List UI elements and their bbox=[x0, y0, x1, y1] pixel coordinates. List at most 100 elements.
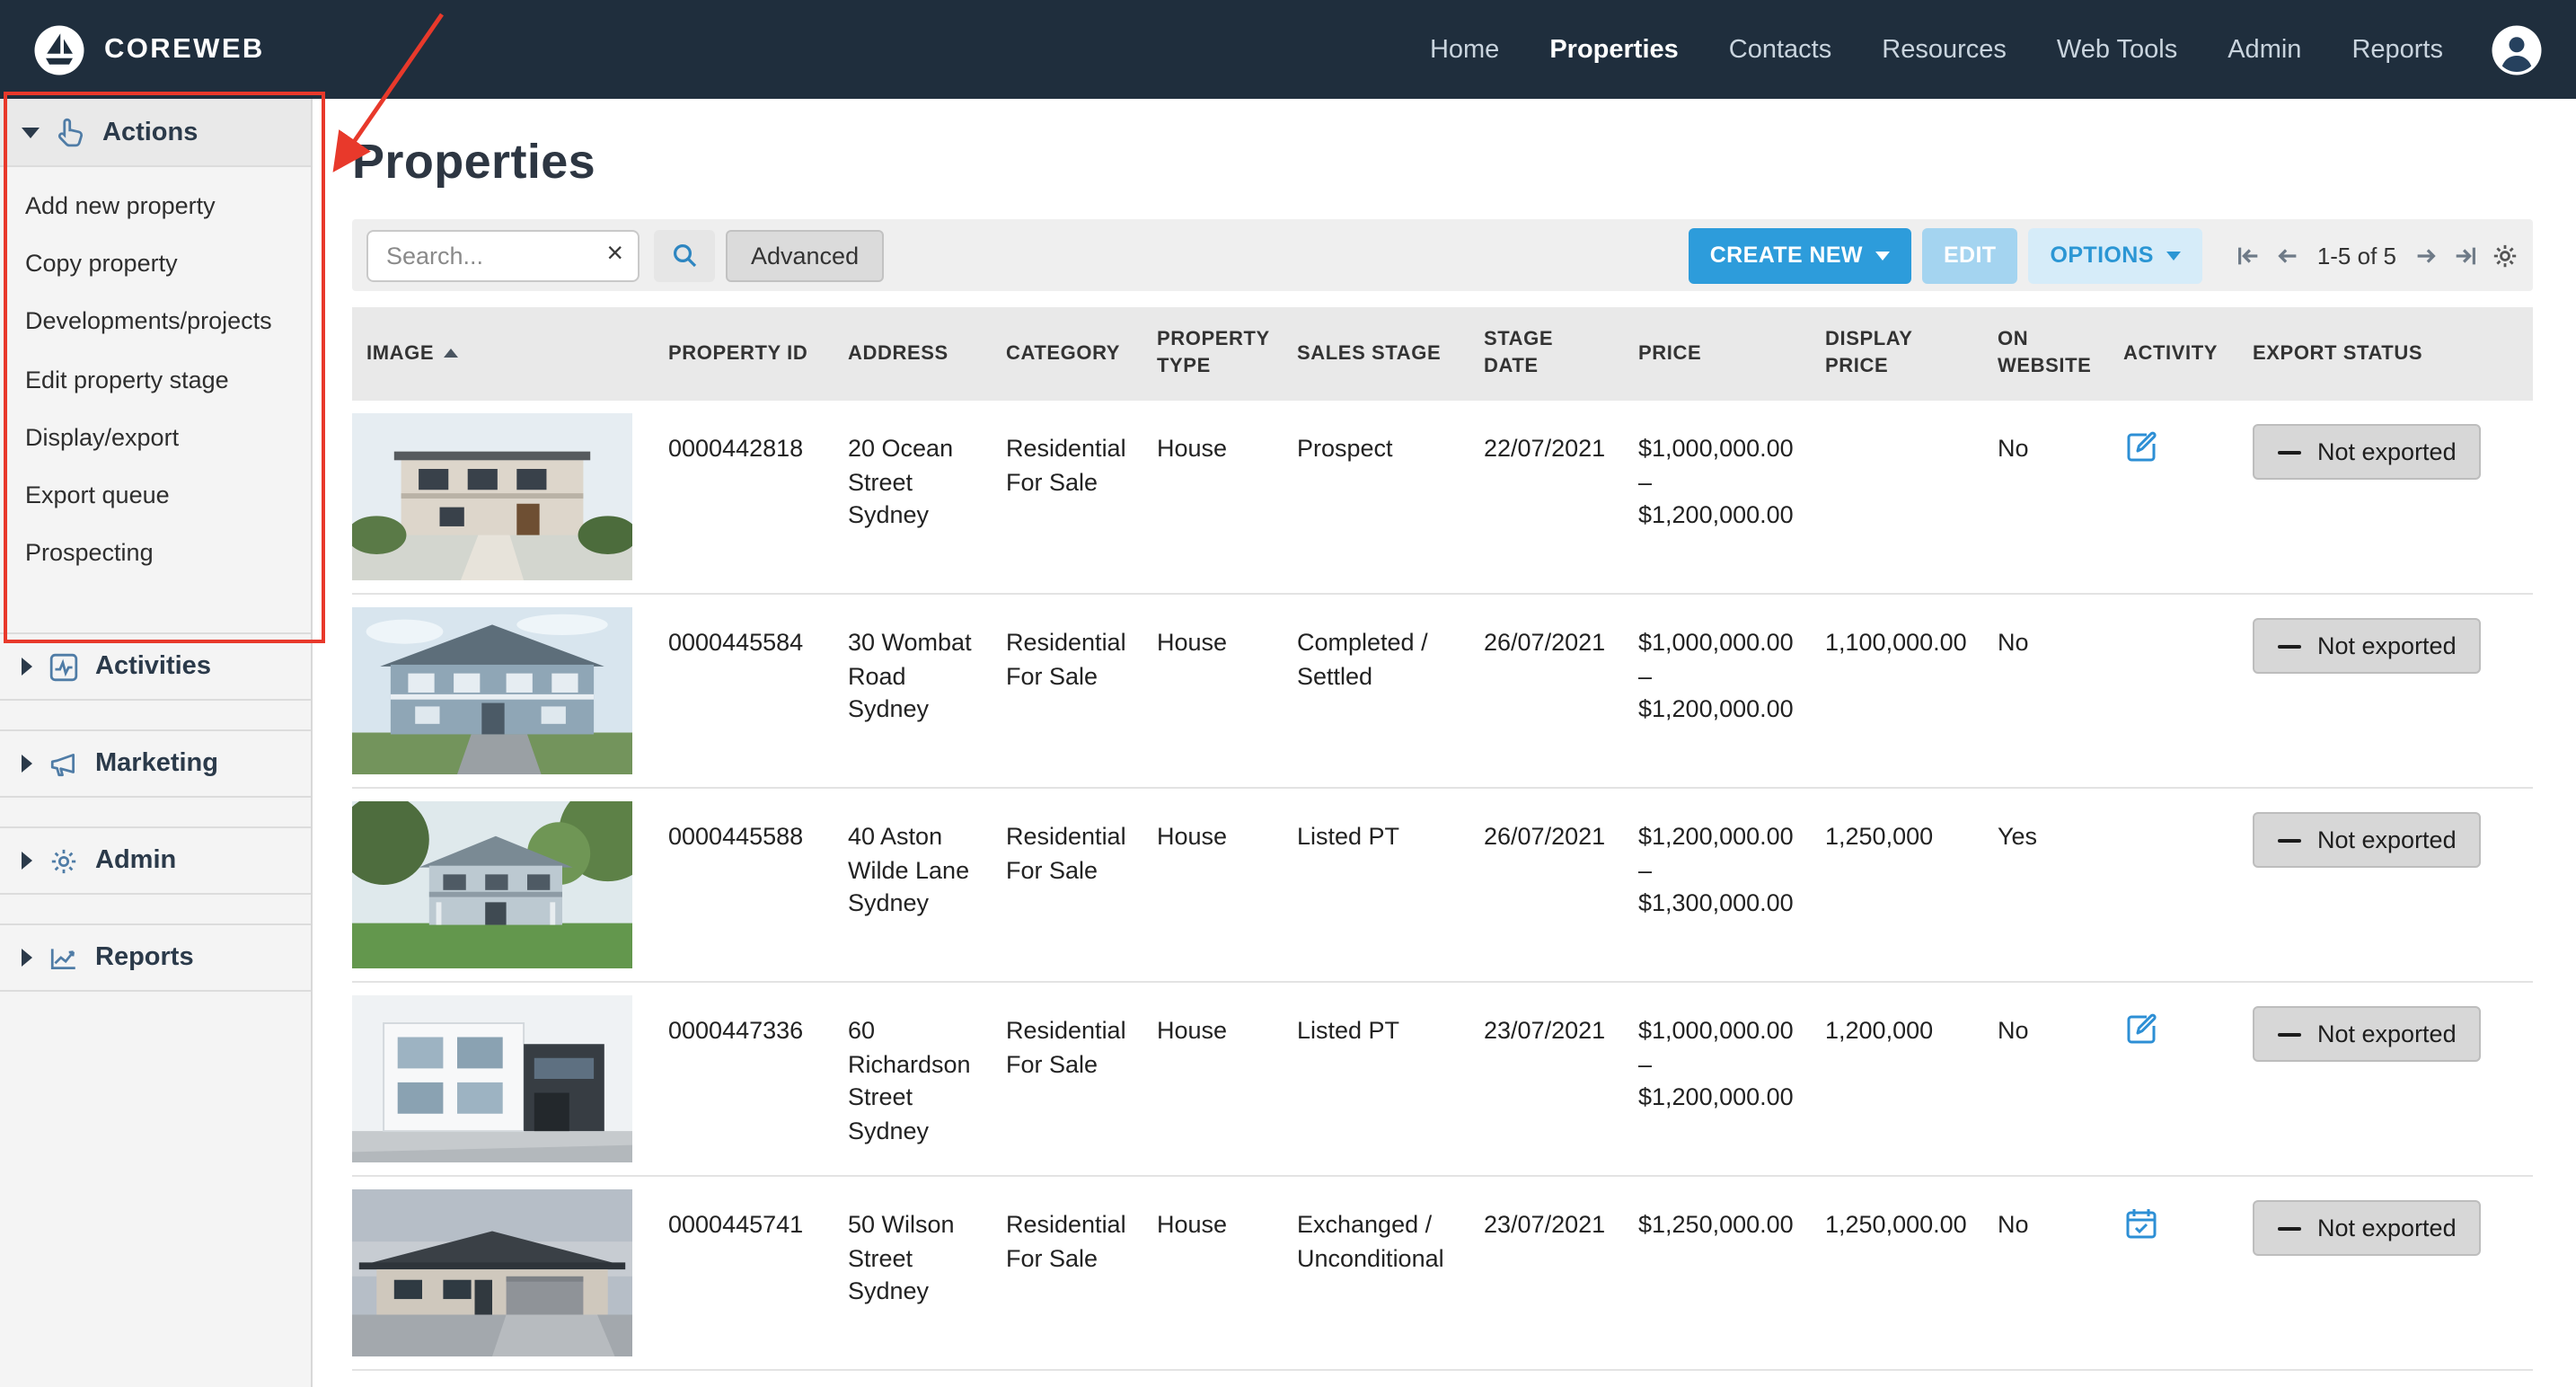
address: 20 Ocean Street Sydney bbox=[834, 401, 992, 595]
minus-icon bbox=[2278, 644, 2301, 648]
stage-date: 22/07/2021 bbox=[1469, 401, 1624, 595]
next-page-button[interactable] bbox=[2413, 242, 2439, 269]
chevron-down-icon bbox=[22, 127, 40, 137]
sidebar-header-activities[interactable]: Activities bbox=[0, 632, 311, 702]
sidebar-header-reports[interactable]: Reports bbox=[0, 923, 311, 993]
table-row[interactable]: 0000445588 40 Aston Wilde Lane Sydney Re… bbox=[352, 788, 2533, 983]
table-row[interactable]: 0000447336 60 Richardson Street Sydney R… bbox=[352, 982, 2533, 1177]
export-status-cell: Not exported bbox=[2238, 982, 2533, 1177]
edit-activity-icon[interactable] bbox=[2123, 429, 2159, 465]
brand-name: COREWEB bbox=[104, 33, 265, 64]
sidebar-header-admin[interactable]: Admin bbox=[0, 826, 311, 896]
export-status-label: Not exported bbox=[2317, 1020, 2457, 1047]
sidebar-item-copy-property[interactable]: Copy property bbox=[0, 235, 311, 293]
table-row[interactable]: 0000442818 20 Ocean Street Sydney Reside… bbox=[352, 401, 2533, 595]
property-photo[interactable] bbox=[352, 801, 632, 968]
edit-activity-icon[interactable] bbox=[2123, 1012, 2159, 1047]
chevron-right-icon bbox=[22, 755, 32, 773]
page-title: Properties bbox=[352, 135, 596, 189]
property-photo[interactable] bbox=[352, 413, 632, 580]
export-status-cell: Not exported bbox=[2238, 594, 2533, 789]
column-header-stage-date[interactable]: STAGE DATE bbox=[1469, 307, 1624, 401]
property-photo[interactable] bbox=[352, 607, 632, 774]
column-header-on-website[interactable]: ON WEBSITE bbox=[1983, 307, 2109, 401]
property-id: 0000442818 bbox=[654, 401, 834, 595]
nav-resources[interactable]: Resources bbox=[1882, 35, 2007, 64]
column-header-address[interactable]: ADDRESS bbox=[834, 307, 992, 401]
export-status-button[interactable]: Not exported bbox=[2253, 618, 2482, 674]
table-header-row: IMAGE PROPERTY ID ADDRESS CATEGORY PROPE… bbox=[352, 307, 2533, 401]
top-nav: COREWEB Home Properties Contacts Resourc… bbox=[0, 0, 2576, 99]
sidebar: Actions Add new property Copy property D… bbox=[0, 99, 313, 1387]
main-nav: Home Properties Contacts Resources Web T… bbox=[1380, 35, 2443, 64]
coreweb-logo[interactable]: COREWEB bbox=[32, 22, 265, 76]
export-status-label: Not exported bbox=[2317, 632, 2457, 659]
activity-cell bbox=[2109, 401, 2238, 595]
display-price bbox=[1811, 401, 1983, 595]
last-page-button[interactable] bbox=[2452, 242, 2479, 269]
minus-icon bbox=[2278, 1226, 2301, 1230]
export-status-cell: Not exported bbox=[2238, 788, 2533, 983]
sidebar-header-actions[interactable]: Actions bbox=[0, 99, 311, 167]
table-row[interactable]: 0000445584 30 Wombat Road Sydney Residen… bbox=[352, 594, 2533, 789]
nav-web-tools[interactable]: Web Tools bbox=[2057, 35, 2177, 64]
column-header-property-type[interactable]: PROPERTY TYPE bbox=[1142, 307, 1283, 401]
edit-button[interactable]: EDIT bbox=[1921, 227, 2018, 283]
column-header-export-status[interactable]: EXPORT STATUS bbox=[2238, 307, 2533, 401]
on-website: No bbox=[1983, 594, 2109, 789]
table-row[interactable]: 0000445741 50 Wilson Street Sydney Resid… bbox=[352, 1176, 2533, 1371]
property-photo[interactable] bbox=[352, 1189, 632, 1356]
user-avatar[interactable] bbox=[2490, 22, 2544, 76]
sidebar-item-add-new-property[interactable]: Add new property bbox=[0, 178, 311, 235]
table-settings-button[interactable] bbox=[2492, 242, 2519, 269]
category: Residential For Sale bbox=[992, 788, 1142, 983]
search-button[interactable] bbox=[654, 229, 715, 281]
sidebar-section-admin: Admin bbox=[0, 826, 311, 896]
column-header-activity[interactable]: ACTIVITY bbox=[2109, 307, 2238, 401]
display-price: 1,250,000 bbox=[1811, 788, 1983, 983]
chart-icon bbox=[49, 943, 79, 974]
export-status-cell: Not exported bbox=[2238, 401, 2533, 595]
sidebar-header-marketing[interactable]: Marketing bbox=[0, 729, 311, 799]
calendar-check-icon[interactable] bbox=[2123, 1206, 2159, 1241]
sidebar-section-label: Actions bbox=[102, 118, 198, 146]
sidebar-item-export-queue[interactable]: Export queue bbox=[0, 467, 311, 525]
toolbar-actions: CREATE NEW EDIT OPTIONS 1-5 of 5 bbox=[1688, 227, 2519, 283]
column-header-property-id[interactable]: PROPERTY ID bbox=[654, 307, 834, 401]
column-header-image[interactable]: IMAGE bbox=[352, 307, 654, 401]
search-input[interactable] bbox=[383, 240, 600, 270]
search-box: × bbox=[366, 229, 640, 281]
sidebar-item-prospecting[interactable]: Prospecting bbox=[0, 525, 311, 582]
column-header-display-price[interactable]: DISPLAY PRICE bbox=[1811, 307, 1983, 401]
clear-search-button[interactable]: × bbox=[599, 240, 623, 269]
display-price: 1,100,000.00 bbox=[1811, 594, 1983, 789]
column-header-category[interactable]: CATEGORY bbox=[992, 307, 1142, 401]
export-status-button[interactable]: Not exported bbox=[2253, 812, 2482, 868]
nav-admin[interactable]: Admin bbox=[2228, 35, 2301, 64]
export-status-button[interactable]: Not exported bbox=[2253, 1006, 2482, 1062]
prev-page-button[interactable] bbox=[2274, 242, 2301, 269]
next-page-icon bbox=[2417, 248, 2436, 262]
last-page-icon bbox=[2456, 246, 2475, 264]
sales-stage: Completed / Settled bbox=[1283, 594, 1469, 789]
property-image-cell bbox=[352, 1176, 654, 1371]
sidebar-item-edit-property-stage[interactable]: Edit property stage bbox=[0, 351, 311, 409]
nav-properties[interactable]: Properties bbox=[1549, 35, 1678, 64]
first-page-button[interactable] bbox=[2235, 242, 2262, 269]
nav-reports[interactable]: Reports bbox=[2351, 35, 2443, 64]
export-status-button[interactable]: Not exported bbox=[2253, 1200, 2482, 1256]
options-button[interactable]: OPTIONS bbox=[2028, 227, 2202, 283]
property-photo[interactable] bbox=[352, 995, 632, 1162]
sidebar-section-label: Marketing bbox=[95, 749, 218, 779]
advanced-search-button[interactable]: Advanced bbox=[726, 229, 885, 281]
activity-icon bbox=[49, 652, 79, 683]
nav-contacts[interactable]: Contacts bbox=[1729, 35, 1831, 64]
create-new-button[interactable]: CREATE NEW bbox=[1688, 227, 1911, 283]
minus-icon bbox=[2278, 1032, 2301, 1036]
column-header-price[interactable]: PRICE bbox=[1624, 307, 1811, 401]
sidebar-item-developments-projects[interactable]: Developments/projects bbox=[0, 294, 311, 351]
nav-home[interactable]: Home bbox=[1430, 35, 1499, 64]
column-header-sales-stage[interactable]: SALES STAGE bbox=[1283, 307, 1469, 401]
sidebar-item-display-export[interactable]: Display/export bbox=[0, 410, 311, 467]
export-status-button[interactable]: Not exported bbox=[2253, 424, 2482, 480]
